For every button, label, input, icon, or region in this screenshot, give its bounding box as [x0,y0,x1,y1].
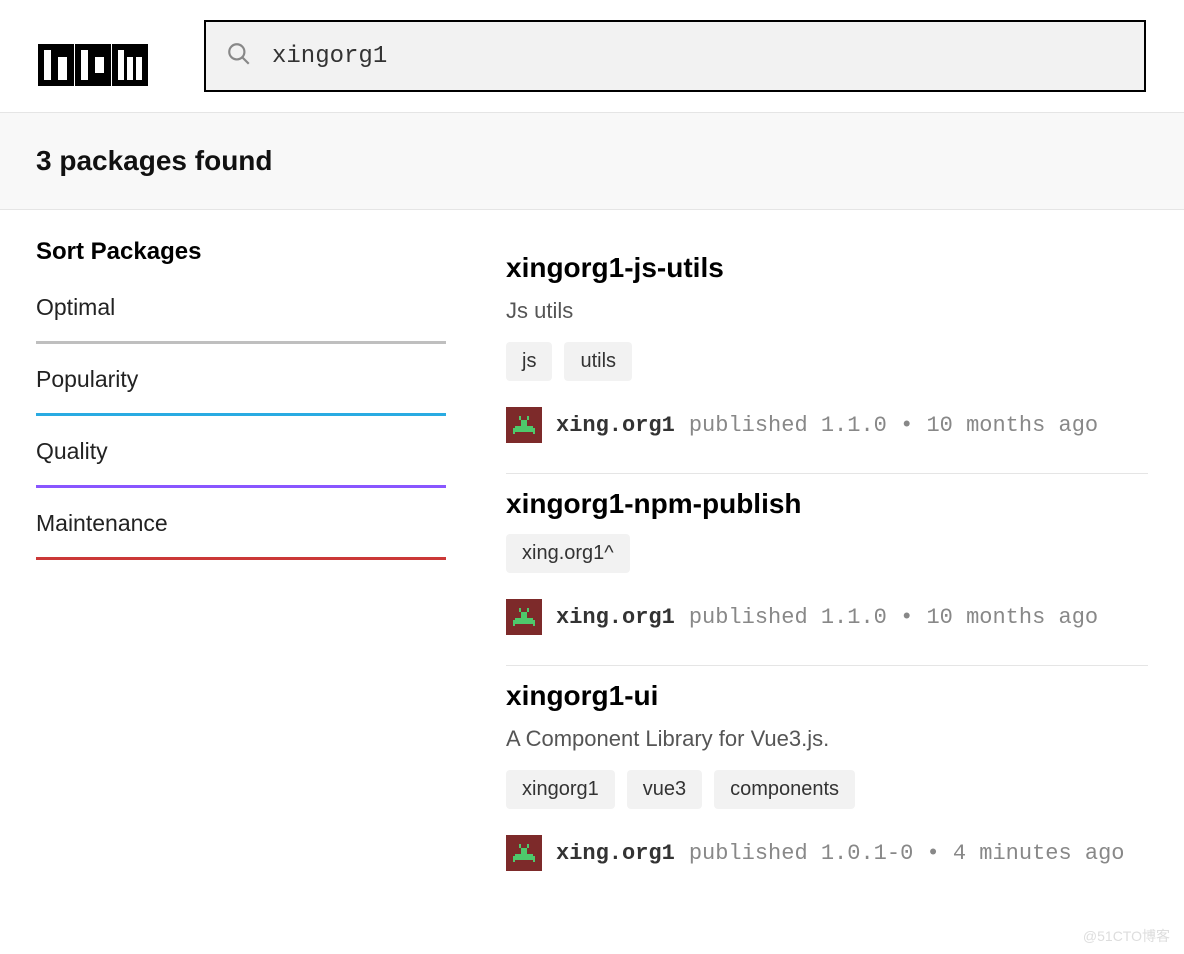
search-icon [226,41,252,72]
package-meta: xing.org1 published 1.0.1-0 • 4 minutes … [506,835,1148,871]
package-tags: js utils [506,342,1148,381]
npm-logo[interactable] [38,44,148,68]
author[interactable]: xing.org1 [556,413,675,438]
tag[interactable]: js [506,342,552,381]
search-bar[interactable] [204,20,1146,92]
author[interactable]: xing.org1 [556,605,675,630]
tag[interactable]: components [714,770,855,809]
package-item: xingorg1-npm-publish xing.org1^ xing.org… [506,474,1148,666]
results-count: 3 packages found [36,145,1148,177]
sort-option-popularity[interactable]: Popularity [36,366,446,416]
package-description: A Component Library for Vue3.js. [506,726,1148,752]
author[interactable]: xing.org1 [556,841,675,866]
package-meta: xing.org1 published 1.1.0 • 10 months ag… [506,407,1148,443]
package-name[interactable]: xingorg1-ui [506,680,1148,712]
tag[interactable]: xingorg1 [506,770,615,809]
package-description: Js utils [506,298,1148,324]
package-item: xingorg1-ui A Component Library for Vue3… [506,666,1148,901]
publish-info: published 1.1.0 • 10 months ago [689,413,1098,438]
header [0,0,1184,112]
tag[interactable]: xing.org1^ [506,534,630,573]
avatar[interactable] [506,407,542,443]
avatar[interactable] [506,835,542,871]
results-banner: 3 packages found [0,112,1184,210]
package-name[interactable]: xingorg1-js-utils [506,252,1148,284]
sort-title: Sort Packages [36,238,446,266]
sort-option-maintenance[interactable]: Maintenance [36,510,446,560]
publish-info: published 1.1.0 • 10 months ago [689,605,1098,630]
package-tags: xing.org1^ [506,534,1148,573]
watermark: @51CTO博客 [1083,926,1170,946]
package-item: xingorg1-js-utils Js utils js utils xing… [506,238,1148,474]
sort-option-quality[interactable]: Quality [36,438,446,488]
avatar[interactable] [506,599,542,635]
results-list: xingorg1-js-utils Js utils js utils xing… [506,238,1148,901]
tag[interactable]: utils [564,342,632,381]
publish-info: published 1.0.1-0 • 4 minutes ago [689,841,1125,866]
sidebar: Sort Packages Optimal Popularity Quality… [36,238,446,901]
tag[interactable]: vue3 [627,770,702,809]
sort-option-optimal[interactable]: Optimal [36,294,446,344]
package-name[interactable]: xingorg1-npm-publish [506,488,1148,520]
content: Sort Packages Optimal Popularity Quality… [0,210,1184,929]
package-tags: xingorg1 vue3 components [506,770,1148,809]
package-meta: xing.org1 published 1.1.0 • 10 months ag… [506,599,1148,635]
search-input[interactable] [272,43,1124,70]
